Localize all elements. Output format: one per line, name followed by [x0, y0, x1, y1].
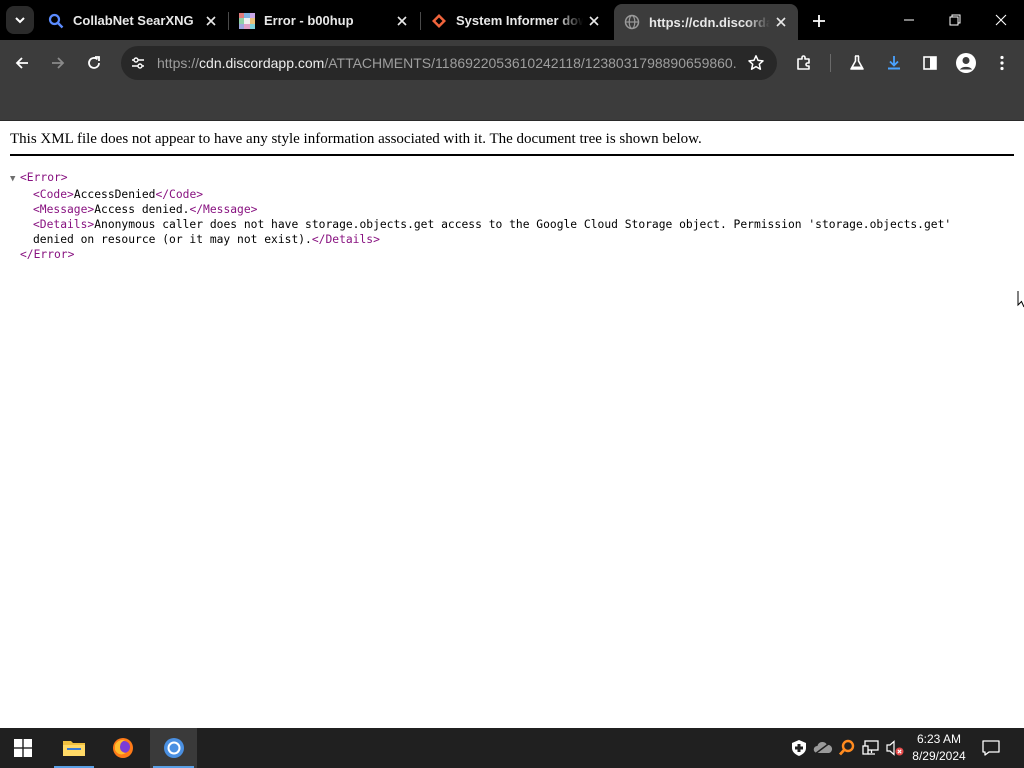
kebab-menu-icon	[1000, 55, 1004, 71]
address-bar[interactable]: https://cdn.discordapp.com/ATTACHMENTS/1…	[121, 46, 777, 80]
close-icon[interactable]	[391, 10, 413, 32]
tab-searxng[interactable]: CollabNet SearXNG	[38, 5, 228, 36]
arrow-right-icon	[52, 57, 65, 69]
close-icon[interactable]	[770, 11, 792, 33]
tab-discord-cdn[interactable]: https://cdn.discordapp	[614, 4, 798, 40]
tab-title: System Informer dow	[456, 13, 583, 28]
forward-button[interactable]	[44, 49, 72, 77]
taskbar-clock[interactable]: 6:23 AM 8/29/2024	[908, 731, 970, 765]
site-info-icon[interactable]	[127, 52, 149, 74]
xml-tag: </Error>	[20, 248, 75, 261]
search-tray-icon[interactable]	[837, 738, 857, 758]
xml-tag: <Message>	[33, 203, 95, 216]
downloads-button[interactable]	[880, 49, 908, 77]
tab-title: Error - b00hup	[264, 13, 354, 28]
xml-root-close-line: </Error>	[10, 247, 1010, 262]
side-panel-button[interactable]	[916, 49, 944, 77]
bookmark-star-icon[interactable]	[745, 52, 767, 74]
tab-search-button[interactable]	[6, 6, 34, 34]
restore-button[interactable]	[932, 0, 978, 40]
folder-icon	[63, 741, 85, 756]
xml-message-line: <Message>Access denied.</Message>	[10, 202, 1010, 217]
xml-tag: <Code>	[33, 188, 74, 201]
tab-title: https://cdn.discordapp	[649, 14, 770, 30]
xml-style-notice: This XML file does not appear to have an…	[10, 131, 1014, 156]
xml-code-line: <Code>AccessDenied</Code>	[10, 187, 1010, 202]
xml-root-open-line: ▼ <Error>	[10, 170, 1010, 187]
arrow-left-icon	[15, 57, 28, 69]
volume-muted-tray-icon[interactable]	[885, 738, 905, 758]
xml-text: AccessDenied	[73, 188, 156, 201]
new-tab-button[interactable]	[806, 8, 832, 34]
tab-title: CollabNet SearXNG	[73, 13, 194, 28]
taskbar-file-explorer[interactable]	[51, 728, 97, 768]
xml-text: Access denied.	[94, 203, 190, 216]
network-tray-icon[interactable]	[861, 738, 881, 758]
account-icon	[956, 53, 976, 73]
xml-document-tree: ▼ <Error> <Code>AccessDenied</Code> <Mess…	[10, 170, 1010, 262]
plus-icon	[813, 15, 825, 27]
browser-toolbar: https://cdn.discordapp.com/ATTACHMENTS/1…	[0, 40, 1024, 86]
clock-time: 6:23 AM	[916, 732, 962, 746]
download-icon	[888, 56, 900, 70]
tab-strip: CollabNet SearXNG Error - b00hup System …	[0, 0, 1024, 40]
windows-taskbar: 6:23 AM 8/29/2024	[0, 728, 1024, 768]
restore-icon	[949, 14, 961, 26]
xml-details-line: <Details>Anonymous caller does not have …	[10, 217, 1010, 232]
xml-tag: </Details>	[311, 233, 380, 246]
extensions-button[interactable]	[790, 49, 818, 77]
tab-system-informer[interactable]: System Informer dow	[421, 5, 611, 36]
notification-icon	[982, 740, 1000, 756]
flask-icon	[850, 55, 864, 70]
url-path: /ATTACHMENTS/1186922053610242118/1238031…	[324, 55, 737, 71]
profile-button[interactable]	[952, 49, 980, 77]
security-tray-icon[interactable]	[789, 738, 809, 758]
close-icon[interactable]	[200, 10, 222, 32]
mosaic-icon	[239, 12, 255, 29]
toolbar-divider	[830, 54, 831, 72]
windows-logo-icon	[14, 739, 32, 757]
bookmarks-bar	[0, 86, 1024, 121]
xml-tag: </Code>	[155, 188, 204, 201]
notification-center-button[interactable]	[980, 738, 1002, 758]
side-panel-icon	[923, 56, 937, 70]
mouse-cursor-icon	[1017, 291, 1024, 308]
url-scheme: https://	[157, 55, 200, 71]
reload-button[interactable]	[80, 49, 108, 77]
clock-date: 8/29/2024	[912, 749, 966, 763]
taskbar-firefox[interactable]	[100, 728, 146, 768]
puzzle-icon	[797, 55, 810, 70]
onedrive-tray-icon[interactable]	[813, 738, 833, 758]
close-icon	[995, 14, 1007, 26]
reload-icon	[88, 56, 100, 69]
url-host: cdn.discordapp.com	[199, 55, 325, 71]
collapse-triangle-icon[interactable]: ▼	[10, 172, 20, 187]
start-button[interactable]	[0, 728, 46, 768]
taskbar-chrome[interactable]	[150, 728, 197, 768]
menu-button[interactable]	[988, 49, 1016, 77]
minimize-button[interactable]	[886, 0, 932, 40]
search-icon	[48, 13, 64, 29]
xml-tag: <Error>	[20, 171, 68, 184]
xml-text: denied on resource (or it may not exist)…	[33, 233, 312, 246]
url-text[interactable]: https://cdn.discordapp.com/ATTACHMENTS/1…	[157, 55, 737, 71]
page-viewport: This XML file does not appear to have an…	[0, 121, 1024, 728]
xml-text: Anonymous caller does not have storage.o…	[94, 218, 952, 231]
close-window-button[interactable]	[978, 0, 1024, 40]
chrome-icon	[163, 738, 184, 758]
firefox-icon	[113, 738, 133, 758]
xml-tag: <Details>	[33, 218, 95, 231]
close-icon[interactable]	[583, 10, 605, 32]
labs-button[interactable]	[843, 49, 871, 77]
xml-details-line-continued: denied on resource (or it may not exist)…	[10, 232, 1010, 247]
diamond-icon	[431, 13, 447, 29]
chevron-down-icon	[15, 17, 25, 24]
globe-icon	[624, 14, 640, 30]
tab-b00hup[interactable]: Error - b00hup	[229, 5, 419, 36]
back-button[interactable]	[8, 49, 36, 77]
xml-tag: </Message>	[189, 203, 258, 216]
minimize-icon	[904, 19, 914, 21]
